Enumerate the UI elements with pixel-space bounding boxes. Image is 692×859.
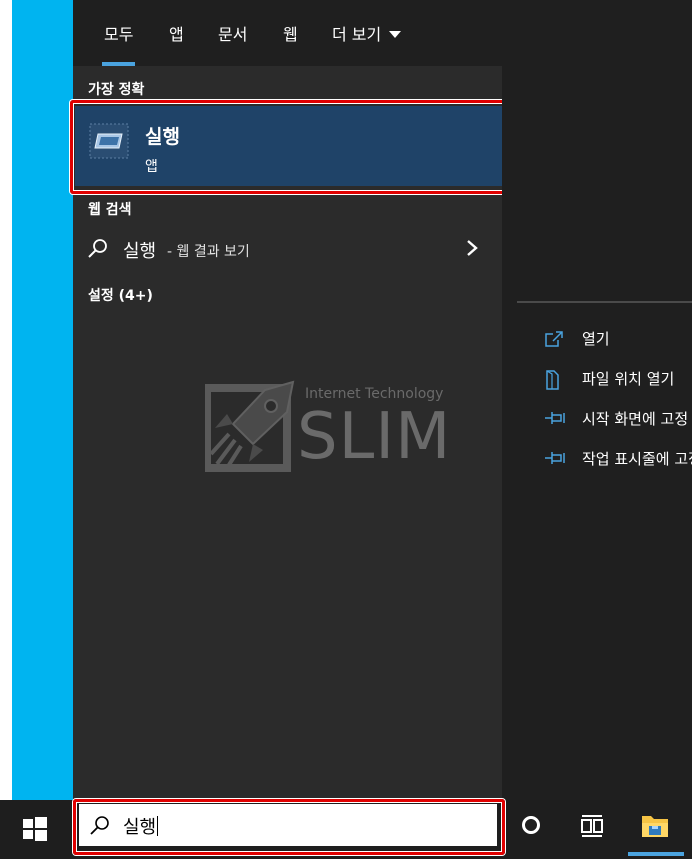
tab-more[interactable]: 더 보기 <box>332 0 402 66</box>
tab-documents[interactable]: 문서 <box>218 0 247 66</box>
active-app-indicator <box>628 852 684 856</box>
section-web-search: 웹 검색 <box>88 202 132 218</box>
tab-web[interactable]: 웹 <box>283 0 298 66</box>
tab-apps[interactable]: 앱 <box>169 0 184 66</box>
annotation-highlight-best-match <box>70 100 508 194</box>
start-search-panel: 모두 앱 문서 웹 더 보기 가장 정확 실행 앱 웹 검색 실행 - 웹 결과… <box>70 0 692 800</box>
web-search-suffix: - 웹 결과 보기 <box>167 244 250 260</box>
web-search-term: 실행 <box>123 241 157 262</box>
rocket-logo-icon <box>205 380 295 472</box>
pin-icon <box>545 452 565 464</box>
watermark-title: SLIM <box>297 400 452 474</box>
file-location-icon <box>546 370 559 390</box>
chevron-right-icon <box>467 240 478 256</box>
web-search-result[interactable]: 실행 - 웹 결과 보기 <box>75 230 503 268</box>
tab-all[interactable]: 모두 <box>101 0 136 66</box>
windows-start-icon[interactable] <box>22 816 48 842</box>
preview-pane: 열기 파일 위치 열기 시작 화면에 고정 작업 표시줄에 고정 <box>502 66 692 800</box>
section-best-match: 가장 정확 <box>88 82 145 98</box>
caret-down-icon <box>389 30 402 38</box>
pin-icon <box>545 412 565 424</box>
file-explorer-icon[interactable] <box>640 812 670 840</box>
annotation-highlight-search <box>73 799 505 855</box>
desktop-background <box>12 0 73 800</box>
search-icon <box>88 239 107 258</box>
filter-tabs: 모두 앱 문서 웹 더 보기 <box>73 0 692 66</box>
preview-divider <box>517 301 692 303</box>
task-view-icon[interactable] <box>580 813 604 839</box>
cortana-icon[interactable] <box>522 816 540 834</box>
left-edge <box>0 0 12 800</box>
open-icon <box>545 331 563 347</box>
section-settings: 설정 (4+) <box>88 288 153 304</box>
